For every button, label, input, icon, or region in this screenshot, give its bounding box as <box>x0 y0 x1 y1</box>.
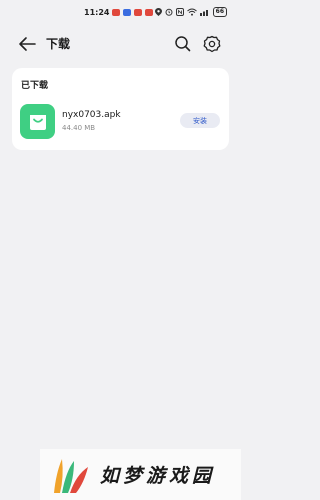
notification-icon <box>123 8 132 16</box>
status-time: 11:24 <box>84 7 110 17</box>
status-right: 66 <box>154 7 227 17</box>
status-left: 11:24 <box>84 7 154 17</box>
page-title: 下载 <box>46 37 71 51</box>
notification-icon <box>134 8 143 16</box>
watermark-text: 如梦游戏园 <box>100 465 216 487</box>
arrow-left-icon[interactable] <box>18 36 36 52</box>
status-bar: 11:24 66 <box>0 0 241 24</box>
file-size: 44.40 MB <box>62 124 96 132</box>
signal-icon <box>199 10 208 16</box>
shopping-bag-glyph <box>29 114 46 130</box>
notification-icon <box>145 8 154 16</box>
file-name[interactable]: nyx0703.apk <box>62 110 121 120</box>
install-button[interactable]: 安装 <box>180 113 220 128</box>
search-icon[interactable] <box>174 35 191 52</box>
nfc-icon <box>175 8 184 16</box>
wifi-icon <box>186 8 197 16</box>
top-app-bar: 下载 <box>0 30 241 58</box>
alarm-icon <box>165 8 173 16</box>
gear-icon[interactable] <box>203 35 221 53</box>
section-title: 已下载 <box>21 81 49 91</box>
battery-indicator: 66 <box>212 7 227 17</box>
watermark: 如梦游戏园 <box>40 449 241 500</box>
downloaded-card: 已下载 nyx0703.apk 44.40 MB 安装 <box>12 68 229 150</box>
shopping-bag-icon[interactable] <box>20 104 55 139</box>
notification-icon <box>112 8 121 16</box>
watermark-logo-icon <box>54 459 88 493</box>
location-icon <box>154 8 162 16</box>
